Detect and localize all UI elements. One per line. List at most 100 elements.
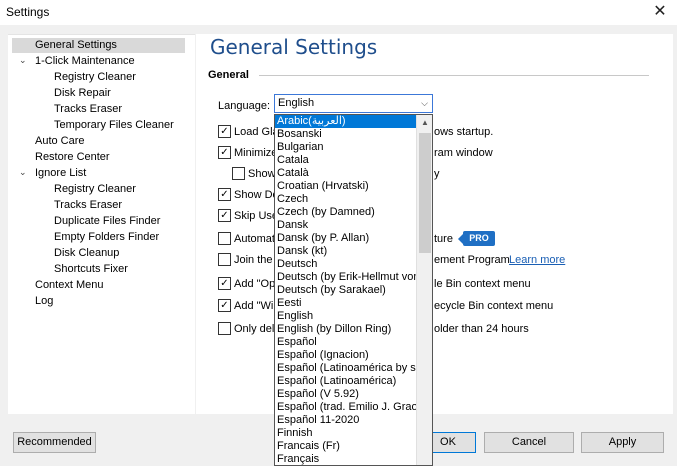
sidebar-item-label: Tracks Eraser <box>54 103 123 115</box>
sidebar-item-label: Duplicate Files Finder <box>54 215 161 227</box>
sidebar-item-general-settings[interactable]: General Settings <box>12 38 185 53</box>
sidebar-item-disk-cleanup[interactable]: Disk Cleanup <box>54 246 119 261</box>
learn-more-link[interactable]: Learn more <box>509 254 565 266</box>
language-option[interactable]: Eesti <box>275 297 416 310</box>
language-option[interactable]: Español (trad. Emilio J. Grao) <box>275 401 416 414</box>
option-label: Add "Op <box>234 278 276 290</box>
join-program-checkbox[interactable] <box>218 253 231 266</box>
sidebar-item-log[interactable]: Log <box>35 294 53 309</box>
show-checkbox[interactable] <box>232 167 245 180</box>
option-label: Only del <box>234 323 275 335</box>
chevron-down-icon[interactable]: ⌄ <box>19 165 27 180</box>
close-icon[interactable]: ✕ <box>643 0 677 25</box>
language-option[interactable]: Dansk (kt) <box>275 245 416 258</box>
sidebar-item-disk-repair[interactable]: Disk Repair <box>54 86 111 101</box>
sidebar-item-duplicate-files-finder[interactable]: Duplicate Files Finder <box>54 214 160 229</box>
language-option[interactable]: Dansk <box>275 219 416 232</box>
language-option[interactable]: Finnish <box>275 427 416 440</box>
language-option[interactable]: Croatian (Hrvatski) <box>275 180 416 193</box>
sidebar-item-context-menu[interactable]: Context Menu <box>35 278 103 293</box>
option-label: Load Gla <box>234 126 279 138</box>
sidebar-item-auto-care[interactable]: Auto Care <box>35 134 85 149</box>
skip-use-checkbox[interactable]: ✓ <box>218 209 231 222</box>
sidebar-item-tracks-eraser[interactable]: Tracks Eraser <box>54 102 122 117</box>
sidebar-item-label: Registry Cleaner <box>54 183 136 195</box>
language-option[interactable]: Català <box>275 167 416 180</box>
language-option[interactable]: Español (Latinoamérica by sm <box>275 362 416 375</box>
sidebar-item-ignore-registry-cleaner[interactable]: Registry Cleaner <box>54 182 136 197</box>
sidebar-item-label: Restore Center <box>35 151 110 163</box>
dropdown-scrollbar[interactable]: ▲ <box>416 115 432 465</box>
section-heading: General <box>208 69 249 81</box>
add-open-recycle-checkbox[interactable]: ✓ <box>218 277 231 290</box>
language-option[interactable]: Czech <box>275 193 416 206</box>
load-at-startup-checkbox[interactable]: ✓ <box>218 125 231 138</box>
language-option[interactable]: Dansk (by P. Allan) <box>275 232 416 245</box>
option-label-tail: le Bin context menu <box>434 278 531 290</box>
option-label-tail: ement Program <box>434 254 510 266</box>
sidebar-tree: General Settings ⌄ 1-Click Maintenance R… <box>8 34 195 414</box>
sidebar-item-shortcuts-fixer[interactable]: Shortcuts Fixer <box>54 262 128 277</box>
sidebar-item-label: Shortcuts Fixer <box>54 263 128 275</box>
option-label: Automat <box>234 233 275 245</box>
only-delete-checkbox[interactable] <box>218 322 231 335</box>
sidebar-item-label: Disk Cleanup <box>54 247 120 259</box>
language-option[interactable]: Czech (by Damned) <box>275 206 416 219</box>
language-option[interactable]: Deutsch (by Sarakael) <box>275 284 416 297</box>
language-option[interactable]: Bosanski <box>275 128 416 141</box>
recommended-button[interactable]: Recommended <box>13 432 96 453</box>
option-label-tail: older than 24 hours <box>434 323 529 335</box>
sidebar-item-label: Registry Cleaner <box>54 71 136 83</box>
cancel-button[interactable]: Cancel <box>484 432 574 453</box>
scroll-up-icon[interactable]: ▲ <box>417 115 432 131</box>
sidebar-item-empty-folders-finder[interactable]: Empty Folders Finder <box>54 230 159 245</box>
language-select[interactable]: English ⌵ <box>274 94 433 113</box>
sidebar-item-label: Temporary Files Cleaner <box>54 119 174 131</box>
chevron-down-icon: ⌵ <box>421 98 428 108</box>
sidebar-item-label: Auto Care <box>35 135 85 147</box>
language-option[interactable]: Arabic(العربية) <box>275 115 416 128</box>
sidebar-item-1-click-maintenance[interactable]: 1-Click Maintenance <box>35 54 135 69</box>
title-bar: Settings ✕ <box>0 0 677 25</box>
language-option[interactable]: Español 11-2020 <box>275 414 416 427</box>
pro-badge: PRO <box>463 231 495 246</box>
option-label: Skip Use <box>234 210 279 222</box>
sidebar-item-label: Tracks Eraser <box>54 199 123 211</box>
language-option[interactable]: Español <box>275 336 416 349</box>
minimize-checkbox[interactable]: ✓ <box>218 146 231 159</box>
show-do-checkbox[interactable]: ✓ <box>218 188 231 201</box>
option-label-tail: ecycle Bin context menu <box>434 300 554 312</box>
add-wipe-recycle-checkbox[interactable]: ✓ <box>218 299 231 312</box>
option-label-tail: y <box>434 168 440 180</box>
sidebar-item-label: Context Menu <box>35 279 104 291</box>
page-title: General Settings <box>210 35 378 59</box>
main-panel: General Settings General Language: Engli… <box>196 34 673 414</box>
automatic-checkbox[interactable] <box>218 232 231 245</box>
language-option[interactable]: Español (V 5.92) <box>275 388 416 401</box>
option-label: Join the <box>234 254 273 266</box>
chevron-down-icon[interactable]: ⌄ <box>19 53 27 68</box>
sidebar-item-ignore-list[interactable]: Ignore List <box>35 166 86 181</box>
sidebar-item-ignore-tracks-eraser[interactable]: Tracks Eraser <box>54 198 122 213</box>
language-option[interactable]: Deutsch (by Erik-Hellmut von <box>275 271 416 284</box>
window-title: Settings <box>6 5 50 19</box>
language-option[interactable]: Deutsch <box>275 258 416 271</box>
language-option[interactable]: Español (Ignacion) <box>275 349 416 362</box>
language-option[interactable]: Español (Latinoamérica) <box>275 375 416 388</box>
language-option[interactable]: English <box>275 310 416 323</box>
sidebar-item-restore-center[interactable]: Restore Center <box>35 150 110 165</box>
language-option[interactable]: Bulgarian <box>275 141 416 154</box>
apply-button[interactable]: Apply <box>581 432 664 453</box>
sidebar-item-label: Ignore List <box>35 167 87 179</box>
language-options: Arabic(العربية) Bosanski Bulgarian Catala Ca… <box>275 115 432 465</box>
language-option[interactable]: Francais (Fr) <box>275 440 416 453</box>
language-option[interactable]: English (by Dillon Ring) <box>275 323 416 336</box>
sidebar-item-registry-cleaner[interactable]: Registry Cleaner <box>54 70 136 85</box>
language-option[interactable]: Catala <box>275 154 416 167</box>
scrollbar-thumb[interactable] <box>419 133 431 253</box>
language-dropdown-list[interactable]: Arabic(العربية) Bosanski Bulgarian Catala Ca… <box>274 114 433 466</box>
language-option[interactable]: Français <box>275 453 416 465</box>
sidebar-item-label: General Settings <box>35 39 117 51</box>
option-label-tail: ram window <box>434 147 493 159</box>
sidebar-item-temporary-files-cleaner[interactable]: Temporary Files Cleaner <box>54 118 174 133</box>
